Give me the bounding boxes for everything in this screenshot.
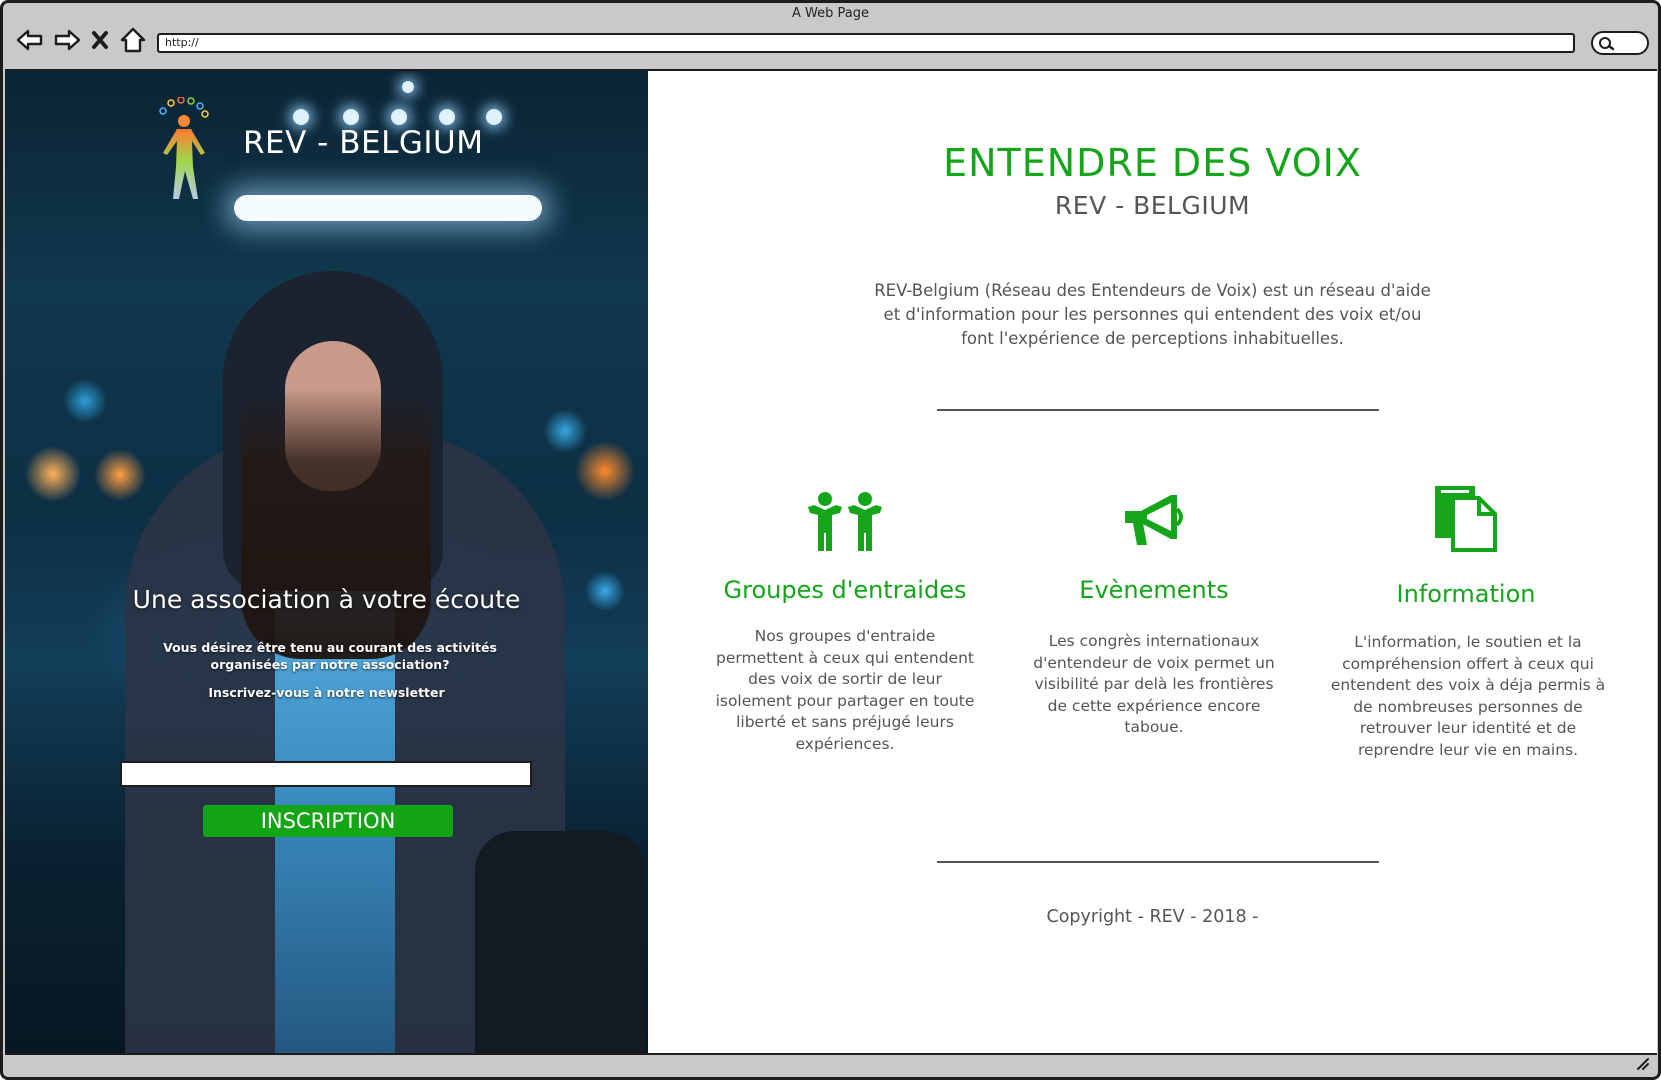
background-light [486, 109, 502, 125]
page-subtitle: REV - BELGIUM [1054, 191, 1251, 220]
newsletter-email-input[interactable] [120, 761, 532, 787]
divider [937, 861, 1379, 863]
subscribe-button[interactable]: INSCRIPTION [203, 805, 453, 837]
feature-title: Information [1396, 580, 1536, 608]
browser-search[interactable] [1591, 31, 1649, 55]
feature-text: L'information, le soutien et la compréhe… [1330, 633, 1606, 759]
document-icon [1435, 486, 1497, 552]
feature-text: Nos groupes d'entraide permettent à ceux… [715, 627, 975, 753]
background-light [439, 109, 455, 125]
feature-events: Evènements Les congrès internationaux d'… [1014, 491, 1294, 739]
divider [937, 409, 1379, 411]
intro-text: REV-Belgium (Réseau des Entendeurs de Vo… [874, 281, 1431, 348]
browser-nav [15, 25, 155, 55]
background-light [391, 109, 407, 125]
page-title: ENTENDRE DES VOIX [943, 141, 1362, 185]
logo-icon [159, 97, 209, 199]
forward-icon[interactable] [52, 25, 82, 55]
feature-title: Evènements [1079, 576, 1229, 604]
hero-photo-bag [475, 831, 645, 1053]
url-bar[interactable]: http:// [157, 33, 1575, 53]
hero-tagline: Une association à votre écoute [132, 585, 521, 614]
home-icon[interactable] [118, 25, 148, 55]
feature-title: Groupes d'entraides [723, 576, 967, 604]
feature-text: Les congrès internationaux d'entendeur d… [1033, 632, 1275, 736]
window-title: A Web Page [792, 6, 869, 21]
feature-support-groups: Groupes d'entraides Nos groupes d'entrai… [705, 491, 985, 755]
background-light [234, 195, 542, 221]
browser-window: A Web Page http:// REV - BELGIUM Une ass… [0, 0, 1661, 1080]
brand-name: REV - BELGIUM [243, 125, 484, 161]
background-light [343, 109, 359, 125]
background-light [293, 109, 309, 125]
search-icon [1599, 37, 1615, 51]
people-icon [808, 492, 882, 551]
back-icon[interactable] [15, 25, 45, 55]
page-viewport: REV - BELGIUM Une association à votre éc… [5, 69, 1657, 1055]
background-light [402, 81, 414, 93]
resize-grip-icon[interactable] [1634, 1055, 1650, 1071]
copyright: Copyright - REV - 2018 - [1046, 907, 1259, 927]
hero-panel: REV - BELGIUM Une association à votre éc… [5, 71, 648, 1053]
close-icon[interactable] [89, 25, 111, 55]
hero-description: Vous désirez être tenu au courant des ac… [163, 640, 497, 672]
newsletter-label: Inscrivez-vous à notre newsletter [208, 685, 445, 700]
megaphone-icon [1125, 495, 1183, 545]
feature-information: Information L'information, le soutien et… [1326, 484, 1606, 761]
